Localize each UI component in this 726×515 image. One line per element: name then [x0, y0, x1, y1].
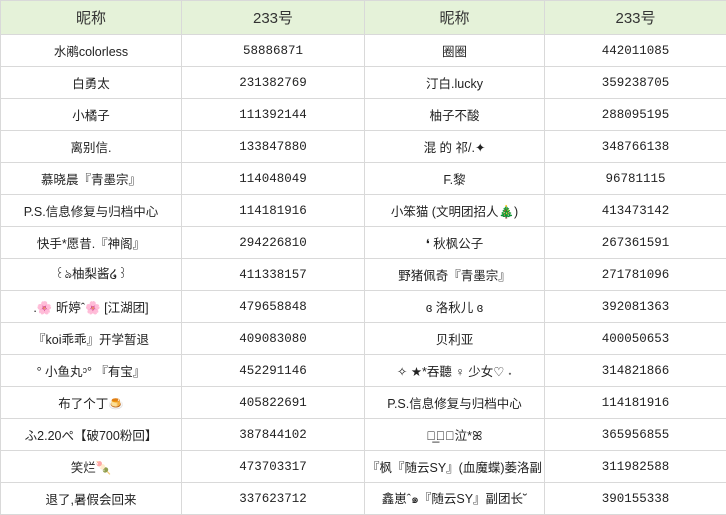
header-row: 昵称 233号 昵称 233号	[0, 0, 726, 35]
id-cell: 387844102	[181, 418, 365, 451]
nickname-cell: ค̲ี่泣*ꕤ	[364, 418, 545, 451]
nickname-cell: 小橘子	[0, 98, 182, 131]
id-cell: 400050653	[544, 322, 726, 355]
id-cell: 348766138	[544, 130, 726, 163]
table-row: ° 小鱼丸ᵓ° 『有宝』 452291146 ✧ ★*吞聽 ♀ 少女♡ ˖ 31…	[0, 354, 726, 387]
nickname-cell: ° 小鱼丸ᵓ° 『有宝』	[0, 354, 182, 387]
id-cell: 111392144	[181, 98, 365, 131]
nickname-cell: 混 的 祁/.✦	[364, 130, 545, 163]
table-row: .🌸 昕婷ˆ🌸 [江湖团] 479658848 ɞ 洛秋儿 ɞ 39208136…	[0, 290, 726, 323]
id-cell: 452291146	[181, 354, 365, 387]
table-row: 笑烂🍡 473703317 『枫『随云SY』(血魔蝶)萎洛副 311982588	[0, 450, 726, 483]
nickname-cell: 汀白.lucky	[364, 66, 545, 99]
nickname-cell: 笑烂🍡	[0, 450, 182, 483]
table-row: 『koi乖乖』开学暂退 409083080 贝利亚 400050653	[0, 322, 726, 355]
id-cell: 359238705	[544, 66, 726, 99]
nickname-cell: 小笨猫 (文明团招人🎄)	[364, 194, 545, 227]
table-row: ふ2.20ぺ【破700粉回】 387844102 ค̲ี่泣*ꕤ 3659568…	[0, 418, 726, 451]
nickname-cell: 白勇太	[0, 66, 182, 99]
id-cell: 58886871	[181, 34, 365, 67]
nickname-cell: P.S.信息修复与归档中心	[0, 194, 182, 227]
id-cell: 442011085	[544, 34, 726, 67]
id-cell: 267361591	[544, 226, 726, 259]
nickname-cell: ꒰ঌ柚梨酱໒꒱	[0, 258, 182, 291]
id-cell: 409083080	[181, 322, 365, 355]
table-row: 白勇太 231382769 汀白.lucky 359238705	[0, 66, 726, 99]
table-row: 小橘子 111392144 柚子不酸 288095195	[0, 98, 726, 131]
nickname-cell: 慕晓晨『青墨宗』	[0, 162, 182, 195]
nickname-cell: 退了,暑假会回来	[0, 482, 182, 515]
id-cell: 114181916	[544, 386, 726, 419]
table-row: 退了,暑假会回来 337623712 鑫崽ˆ๑『随云SY』副团长˘ 390155…	[0, 482, 726, 515]
id-cell: 288095195	[544, 98, 726, 131]
nickname-cell: 快手*愿昔.『神阁』	[0, 226, 182, 259]
nickname-cell: 贝利亚	[364, 322, 545, 355]
id-cell: 479658848	[181, 290, 365, 323]
id-cell: 271781096	[544, 258, 726, 291]
id-cell: 473703317	[181, 450, 365, 483]
nickname-cell: 柚子不酸	[364, 98, 545, 131]
id-cell: 311982588	[544, 450, 726, 483]
id-cell: 133847880	[181, 130, 365, 163]
nickname-cell: 布了个丁🍮	[0, 386, 182, 419]
id-cell: 114048049	[181, 162, 365, 195]
id-cell: 294226810	[181, 226, 365, 259]
header-id-2: 233号	[544, 0, 726, 35]
table-row: 离别信. 133847880 混 的 祁/.✦ 348766138	[0, 130, 726, 163]
id-cell: 405822691	[181, 386, 365, 419]
nickname-cell: F.黎	[364, 162, 545, 195]
id-cell: 337623712	[181, 482, 365, 515]
nickname-cell: 水鹇colorless	[0, 34, 182, 67]
id-cell: 392081363	[544, 290, 726, 323]
id-cell: 114181916	[181, 194, 365, 227]
table-row: ꒰ঌ柚梨酱໒꒱ 411338157 野猪佩奇『青墨宗』 271781096	[0, 258, 726, 291]
nickname-id-table: 昵称 233号 昵称 233号 水鹇colorless 58886871 圈圈 …	[0, 0, 726, 515]
header-id-1: 233号	[181, 0, 365, 35]
nickname-cell: ❛ 秋枫公子	[364, 226, 545, 259]
nickname-cell: 『koi乖乖』开学暂退	[0, 322, 182, 355]
nickname-cell: ✧ ★*吞聽 ♀ 少女♡ ˖	[364, 354, 545, 387]
nickname-cell: P.S.信息修复与归档中心	[364, 386, 545, 419]
nickname-cell: .🌸 昕婷ˆ🌸 [江湖团]	[0, 290, 182, 323]
id-cell: 390155338	[544, 482, 726, 515]
header-nickname-1: 昵称	[0, 0, 182, 35]
header-nickname-2: 昵称	[364, 0, 545, 35]
nickname-cell: ふ2.20ぺ【破700粉回】	[0, 418, 182, 451]
table-row: 布了个丁🍮 405822691 P.S.信息修复与归档中心 114181916	[0, 386, 726, 419]
nickname-cell: 圈圈	[364, 34, 545, 67]
table-row: 水鹇colorless 58886871 圈圈 442011085	[0, 34, 726, 67]
id-cell: 231382769	[181, 66, 365, 99]
id-cell: 314821866	[544, 354, 726, 387]
id-cell: 411338157	[181, 258, 365, 291]
nickname-cell: ɞ 洛秋儿 ɞ	[364, 290, 545, 323]
id-cell: 365956855	[544, 418, 726, 451]
id-cell: 413473142	[544, 194, 726, 227]
nickname-cell: 鑫崽ˆ๑『随云SY』副团长˘	[364, 482, 545, 515]
nickname-cell: 离别信.	[0, 130, 182, 163]
nickname-cell: 野猪佩奇『青墨宗』	[364, 258, 545, 291]
nickname-cell: 『枫『随云SY』(血魔蝶)萎洛副	[364, 450, 545, 483]
table-row: P.S.信息修复与归档中心 114181916 小笨猫 (文明团招人🎄) 413…	[0, 194, 726, 227]
table-row: 慕晓晨『青墨宗』 114048049 F.黎 96781115	[0, 162, 726, 195]
table-row: 快手*愿昔.『神阁』 294226810 ❛ 秋枫公子 267361591	[0, 226, 726, 259]
id-cell: 96781115	[544, 162, 726, 195]
